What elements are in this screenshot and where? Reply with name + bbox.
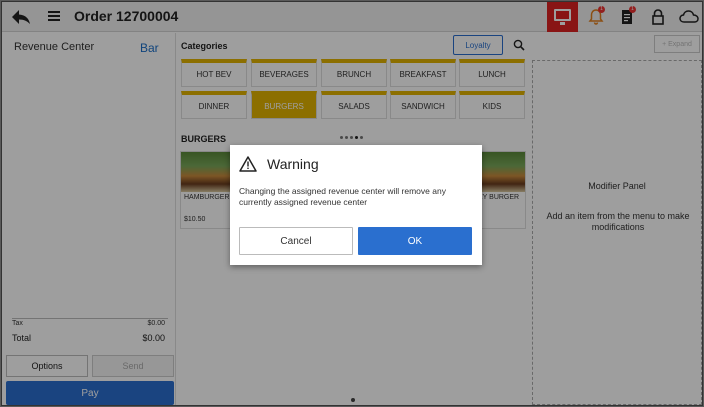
dialog-title: Warning [267, 156, 319, 172]
cancel-button[interactable]: Cancel [239, 227, 353, 255]
dialog-message: Changing the assigned revenue center wil… [239, 186, 446, 207]
ok-button[interactable]: OK [358, 227, 472, 255]
warning-triangle-icon [239, 156, 257, 172]
pos-app: Order 12700004 1 1 Revenue Center Bar Ta… [1, 1, 703, 406]
warning-dialog: Warning Changing the assigned revenue ce… [230, 145, 482, 265]
